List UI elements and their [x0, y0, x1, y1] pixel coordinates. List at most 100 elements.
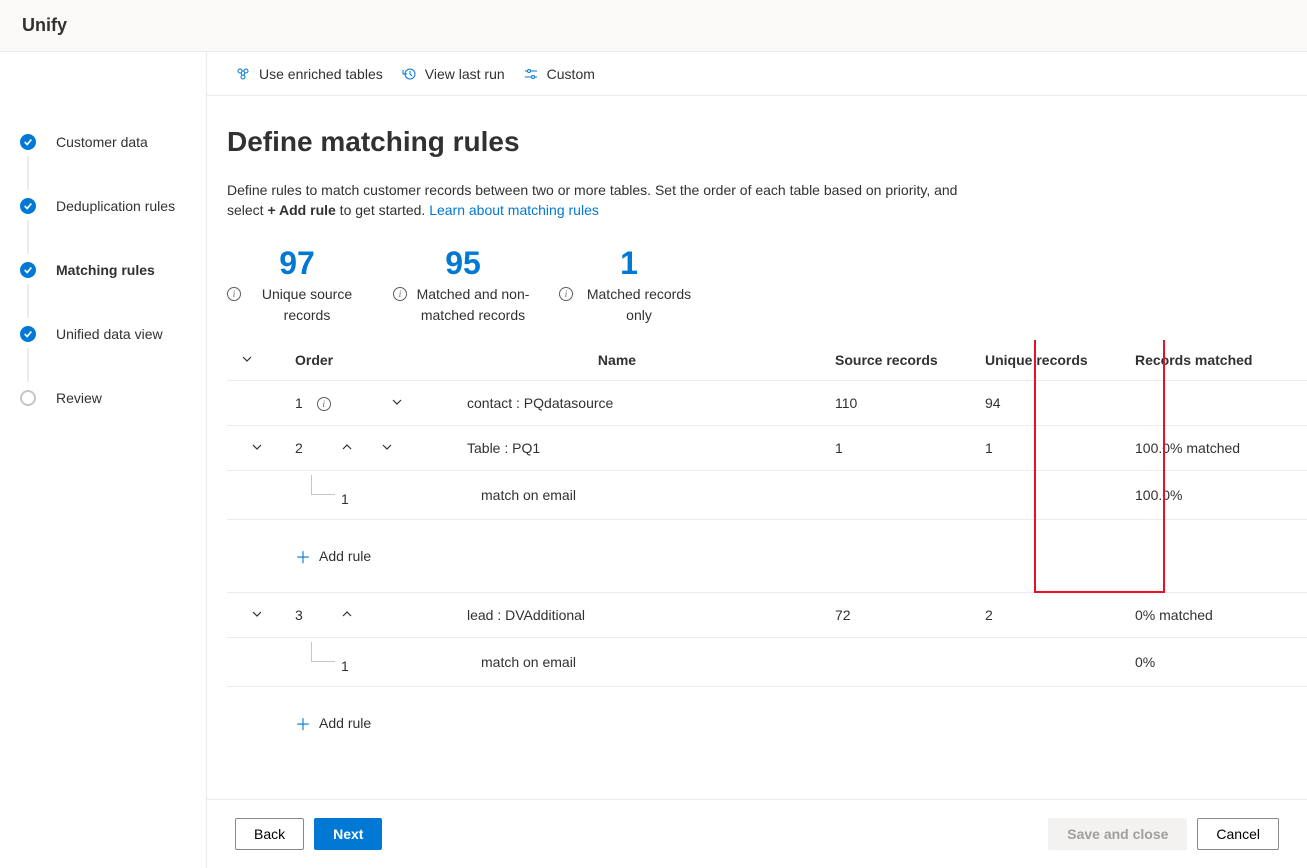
sidebar-step-label: Customer data — [56, 134, 148, 150]
add-rule-button[interactable]: ＋ Add rule — [295, 532, 1299, 580]
toolbar-enriched-tables[interactable]: Use enriched tables — [235, 66, 383, 82]
footer: Back Next Save and close Cancel — [207, 799, 1307, 868]
sub-rule-match: 0% — [1127, 637, 1307, 686]
rules-table: Order Name Source records Unique records… — [227, 340, 1307, 759]
toolbar-view-last-run[interactable]: View last run — [401, 66, 505, 82]
cancel-button[interactable]: Cancel — [1197, 818, 1279, 850]
row-unique-records: 1 — [977, 425, 1127, 470]
move-down-icon[interactable] — [385, 393, 409, 413]
sidebar-step-matching[interactable]: Matching rules — [20, 238, 206, 302]
circle-empty-icon — [20, 390, 36, 406]
stat-label: Matched and non-matched records — [413, 284, 533, 326]
sub-rule-row[interactable]: 1 match on email 0% — [227, 637, 1307, 686]
toolbar-label: Custom — [547, 66, 595, 82]
sidebar-step-review[interactable]: Review — [20, 366, 206, 430]
row-name: contact : PQdatasource — [407, 380, 827, 425]
info-icon[interactable]: i — [559, 287, 573, 301]
th-unique-records[interactable]: Unique records — [977, 340, 1127, 381]
row-records-matched — [1127, 380, 1307, 425]
page-title: Define matching rules — [227, 126, 1307, 158]
plus-icon: ＋ — [295, 711, 311, 735]
expand-row-icon[interactable] — [245, 605, 269, 625]
tree-connector-icon — [311, 642, 335, 662]
plus-icon: ＋ — [295, 544, 311, 568]
add-rule-label: Add rule — [319, 715, 371, 731]
th-records-matched[interactable]: Records matched — [1127, 340, 1307, 381]
stat-unique-source: 97 i Unique source records — [227, 245, 367, 326]
row-source-records: 110 — [827, 380, 977, 425]
order-number: 1 — [295, 395, 303, 411]
sub-rule-name: match on email — [407, 470, 827, 519]
collapse-all-icon[interactable] — [235, 350, 259, 370]
table-row[interactable]: 1 i contact : PQdatasource 110 94 — [227, 380, 1307, 425]
sub-rule-match: 100.0% — [1127, 470, 1307, 519]
check-icon — [20, 134, 36, 150]
main-layout: Customer data Deduplication rules Matchi… — [0, 52, 1307, 868]
sidebar-step-label: Unified data view — [56, 326, 163, 342]
content-body: Define matching rules Define rules to ma… — [207, 96, 1307, 769]
row-records-matched: 0% matched — [1127, 592, 1307, 637]
back-button[interactable]: Back — [235, 818, 304, 850]
row-unique-records: 94 — [977, 380, 1127, 425]
check-icon — [20, 326, 36, 342]
toolbar-label: Use enriched tables — [259, 66, 383, 82]
sidebar-step-customer-data[interactable]: Customer data — [20, 110, 206, 174]
stats-row: 97 i Unique source records 95 i Matched an… — [227, 245, 1307, 326]
th-name[interactable]: Name — [407, 340, 827, 381]
info-icon[interactable]: i — [227, 287, 241, 301]
row-source-records: 72 — [827, 592, 977, 637]
check-icon — [20, 262, 36, 278]
expand-row-icon[interactable] — [245, 438, 269, 458]
sub-order: 1 — [341, 650, 349, 674]
th-order[interactable]: Order — [287, 340, 407, 381]
toolbar-custom[interactable]: Custom — [523, 66, 595, 82]
move-up-icon[interactable] — [335, 438, 359, 458]
sidebar-step-unified-view[interactable]: Unified data view — [20, 302, 206, 366]
order-number: 3 — [295, 607, 303, 623]
add-rule-label: Add rule — [319, 548, 371, 564]
header-title: Unify — [22, 15, 67, 36]
sliders-icon — [523, 66, 539, 82]
sidebar-step-label: Review — [56, 390, 102, 406]
stat-value: 95 — [393, 245, 533, 282]
stat-matched-nonmatched: 95 i Matched and non-matched records — [393, 245, 533, 326]
table-row[interactable]: 3 lead : DVAdditional 72 2 0% matched — [227, 592, 1307, 637]
content: Use enriched tables View last run Custom… — [206, 52, 1307, 868]
add-rule-button[interactable]: ＋ Add rule — [295, 699, 1299, 747]
stat-value: 97 — [227, 245, 367, 282]
info-icon[interactable]: i — [393, 287, 407, 301]
stat-label: Unique source records — [247, 284, 367, 326]
sidebar-step-deduplication[interactable]: Deduplication rules — [20, 174, 206, 238]
sub-rule-name: match on email — [407, 637, 827, 686]
check-icon — [20, 198, 36, 214]
sub-order: 1 — [341, 483, 349, 507]
info-icon[interactable]: i — [317, 397, 331, 411]
toolbar: Use enriched tables View last run Custom — [207, 52, 1307, 96]
toolbar-label: View last run — [425, 66, 505, 82]
th-source-records[interactable]: Source records — [827, 340, 977, 381]
move-down-icon[interactable] — [375, 438, 399, 458]
table-row[interactable]: 2 Table : PQ1 1 1 100.0% matched — [227, 425, 1307, 470]
stat-label: Matched records only — [579, 284, 699, 326]
learn-link[interactable]: Learn about matching rules — [429, 202, 599, 218]
next-button[interactable]: Next — [314, 818, 382, 850]
add-rule-row: ＋ Add rule — [227, 519, 1307, 592]
table-wrapper[interactable]: Order Name Source records Unique records… — [227, 340, 1307, 769]
header-bar: Unify — [0, 0, 1307, 52]
sub-rule-row[interactable]: 1 match on email 100.0% — [227, 470, 1307, 519]
order-number: 2 — [295, 440, 303, 456]
row-name: Table : PQ1 — [407, 425, 827, 470]
sidebar-steps: Customer data Deduplication rules Matchi… — [20, 110, 206, 430]
sidebar-step-label: Matching rules — [56, 262, 155, 278]
history-icon — [401, 66, 417, 82]
row-name: lead : DVAdditional — [407, 592, 827, 637]
page-description: Define rules to match customer records b… — [227, 180, 967, 221]
table-header-row: Order Name Source records Unique records… — [227, 340, 1307, 381]
save-close-button: Save and close — [1048, 818, 1187, 850]
tables-icon — [235, 66, 251, 82]
row-source-records: 1 — [827, 425, 977, 470]
tree-connector-icon — [311, 475, 335, 495]
move-up-icon[interactable] — [335, 605, 359, 625]
sidebar-step-label: Deduplication rules — [56, 198, 175, 214]
stat-value: 1 — [559, 245, 699, 282]
